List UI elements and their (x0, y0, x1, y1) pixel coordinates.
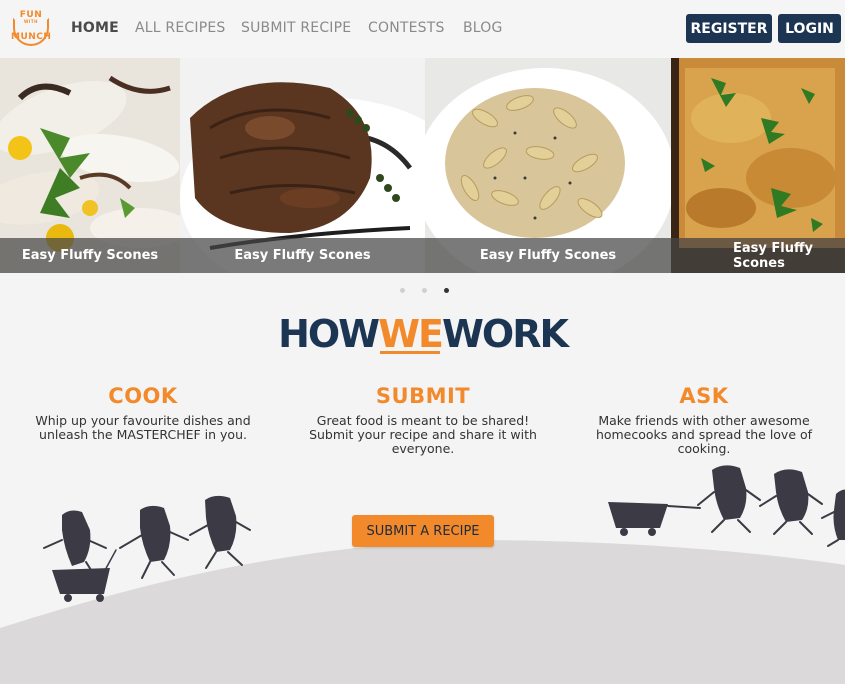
cook-column: COOK Whip up your favourite dishes and u… (13, 384, 273, 442)
ask-text: Make friends with other awesome homecook… (595, 413, 813, 456)
heading-how: HOW (278, 312, 380, 356)
cook-title: COOK (108, 384, 178, 408)
ask-title: ASK (679, 384, 729, 408)
cook-text: Whip up your favourite dishes and unleas… (35, 413, 251, 442)
submit-column: SUBMIT Great food is meant to be shared!… (293, 384, 553, 456)
heading-work: WORK (441, 312, 569, 356)
heading-we: WE (378, 312, 444, 356)
ask-column: ASK Make friends with other awesome home… (574, 384, 834, 456)
submit-text: Great food is meant to be shared! Submit… (309, 413, 537, 456)
submit-recipe-button[interactable]: SUBMIT A RECIPE (352, 515, 494, 547)
how-we-work-heading: HOWWEWORK (0, 312, 845, 356)
submit-title: SUBMIT (375, 384, 471, 408)
